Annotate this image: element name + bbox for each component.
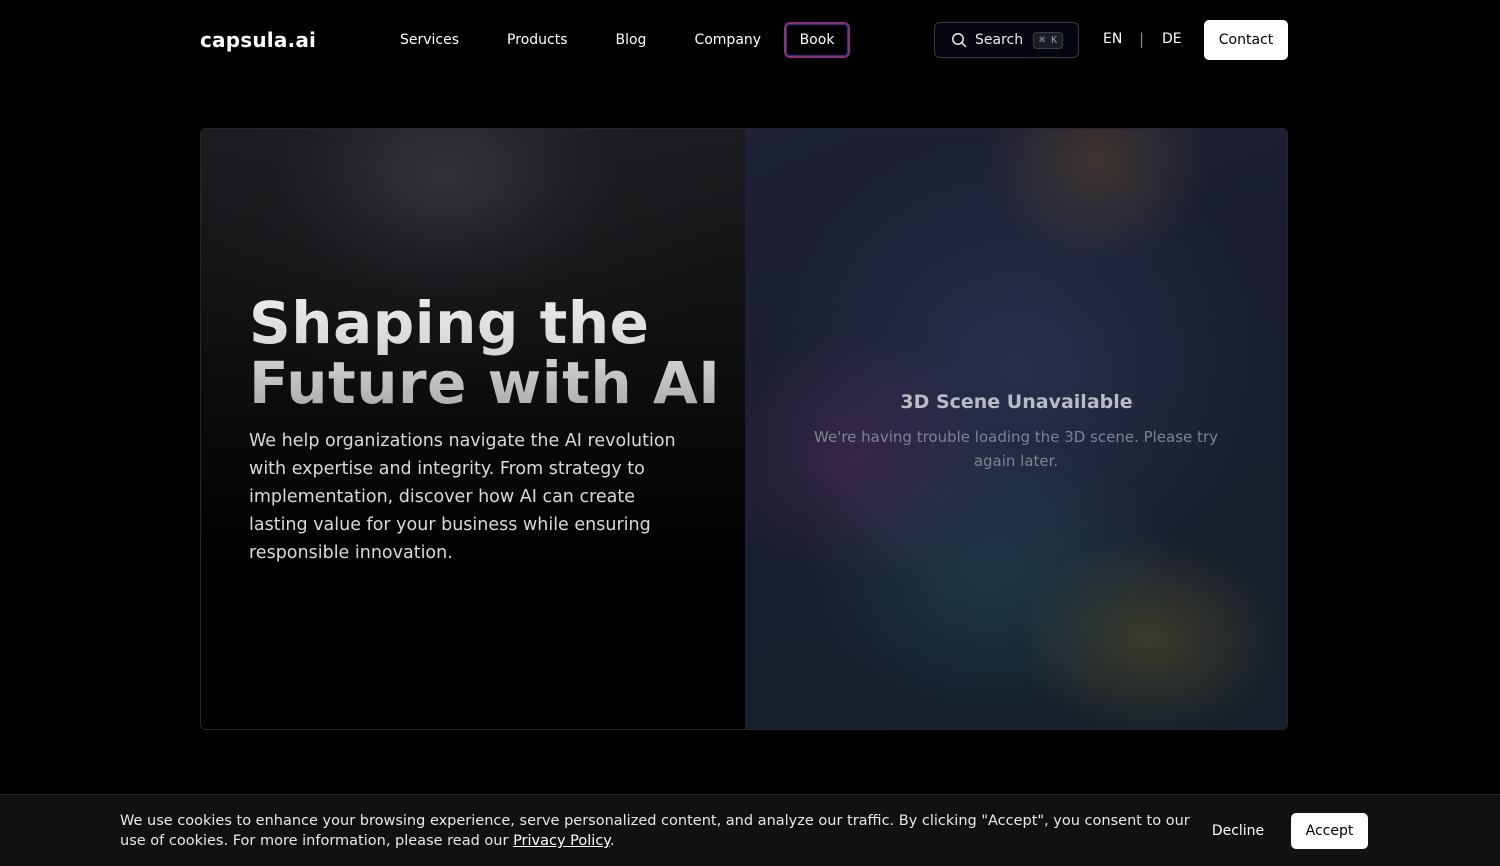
hero-title: Shaping the Future with AI [249,293,729,413]
search-shortcut: ⌘ K [1033,31,1064,49]
book-button[interactable]: Book [784,22,850,58]
search-icon [952,33,967,48]
cookie-message-end: . [609,833,615,849]
scene-error-message: We're having trouble loading the 3D scen… [814,428,1218,470]
scene-error-title: 3D Scene Unavailable [900,391,1133,413]
hero-card: Shaping the Future with AI We help organ… [200,128,1288,730]
lang-de[interactable]: DE [1162,31,1182,47]
decline-button[interactable]: Decline [1200,813,1276,849]
lang-separator: | [1139,30,1145,48]
nav-link-blog[interactable]: Blog [616,32,647,48]
search-label: Search [975,32,1024,48]
privacy-policy-link[interactable]: Privacy Policy [513,833,610,849]
cookie-message: We use cookies to enhance your browsing … [120,813,1190,849]
cookie-banner: We use cookies to enhance your browsing … [0,794,1500,866]
search-button[interactable]: Search ⌘ K [934,22,1079,58]
hero-title-line1: Shaping the [249,289,650,357]
contact-button[interactable]: Contact [1204,20,1288,60]
scene-panel: 3D Scene Unavailable We're having troubl… [745,129,1287,729]
nav-links: Services Products Blog Company [400,22,809,58]
top-nav: capsula.ai Services Products Blog Compan… [0,0,1500,80]
hero-description: We help organizations navigate the AI re… [249,431,676,563]
cookie-text: We use cookies to enhance your browsing … [120,811,1190,851]
nav-link-company[interactable]: Company [694,32,761,48]
accept-button[interactable]: Accept [1291,813,1368,849]
nav-link-services[interactable]: Services [400,32,459,48]
lang-en[interactable]: EN [1103,31,1122,47]
hero-text-panel: Shaping the Future with AI We help organ… [201,129,745,729]
nav-link-products[interactable]: Products [507,32,567,48]
logo[interactable]: capsula.ai [200,28,316,52]
hero-title-line2: Future with AI [249,349,721,417]
